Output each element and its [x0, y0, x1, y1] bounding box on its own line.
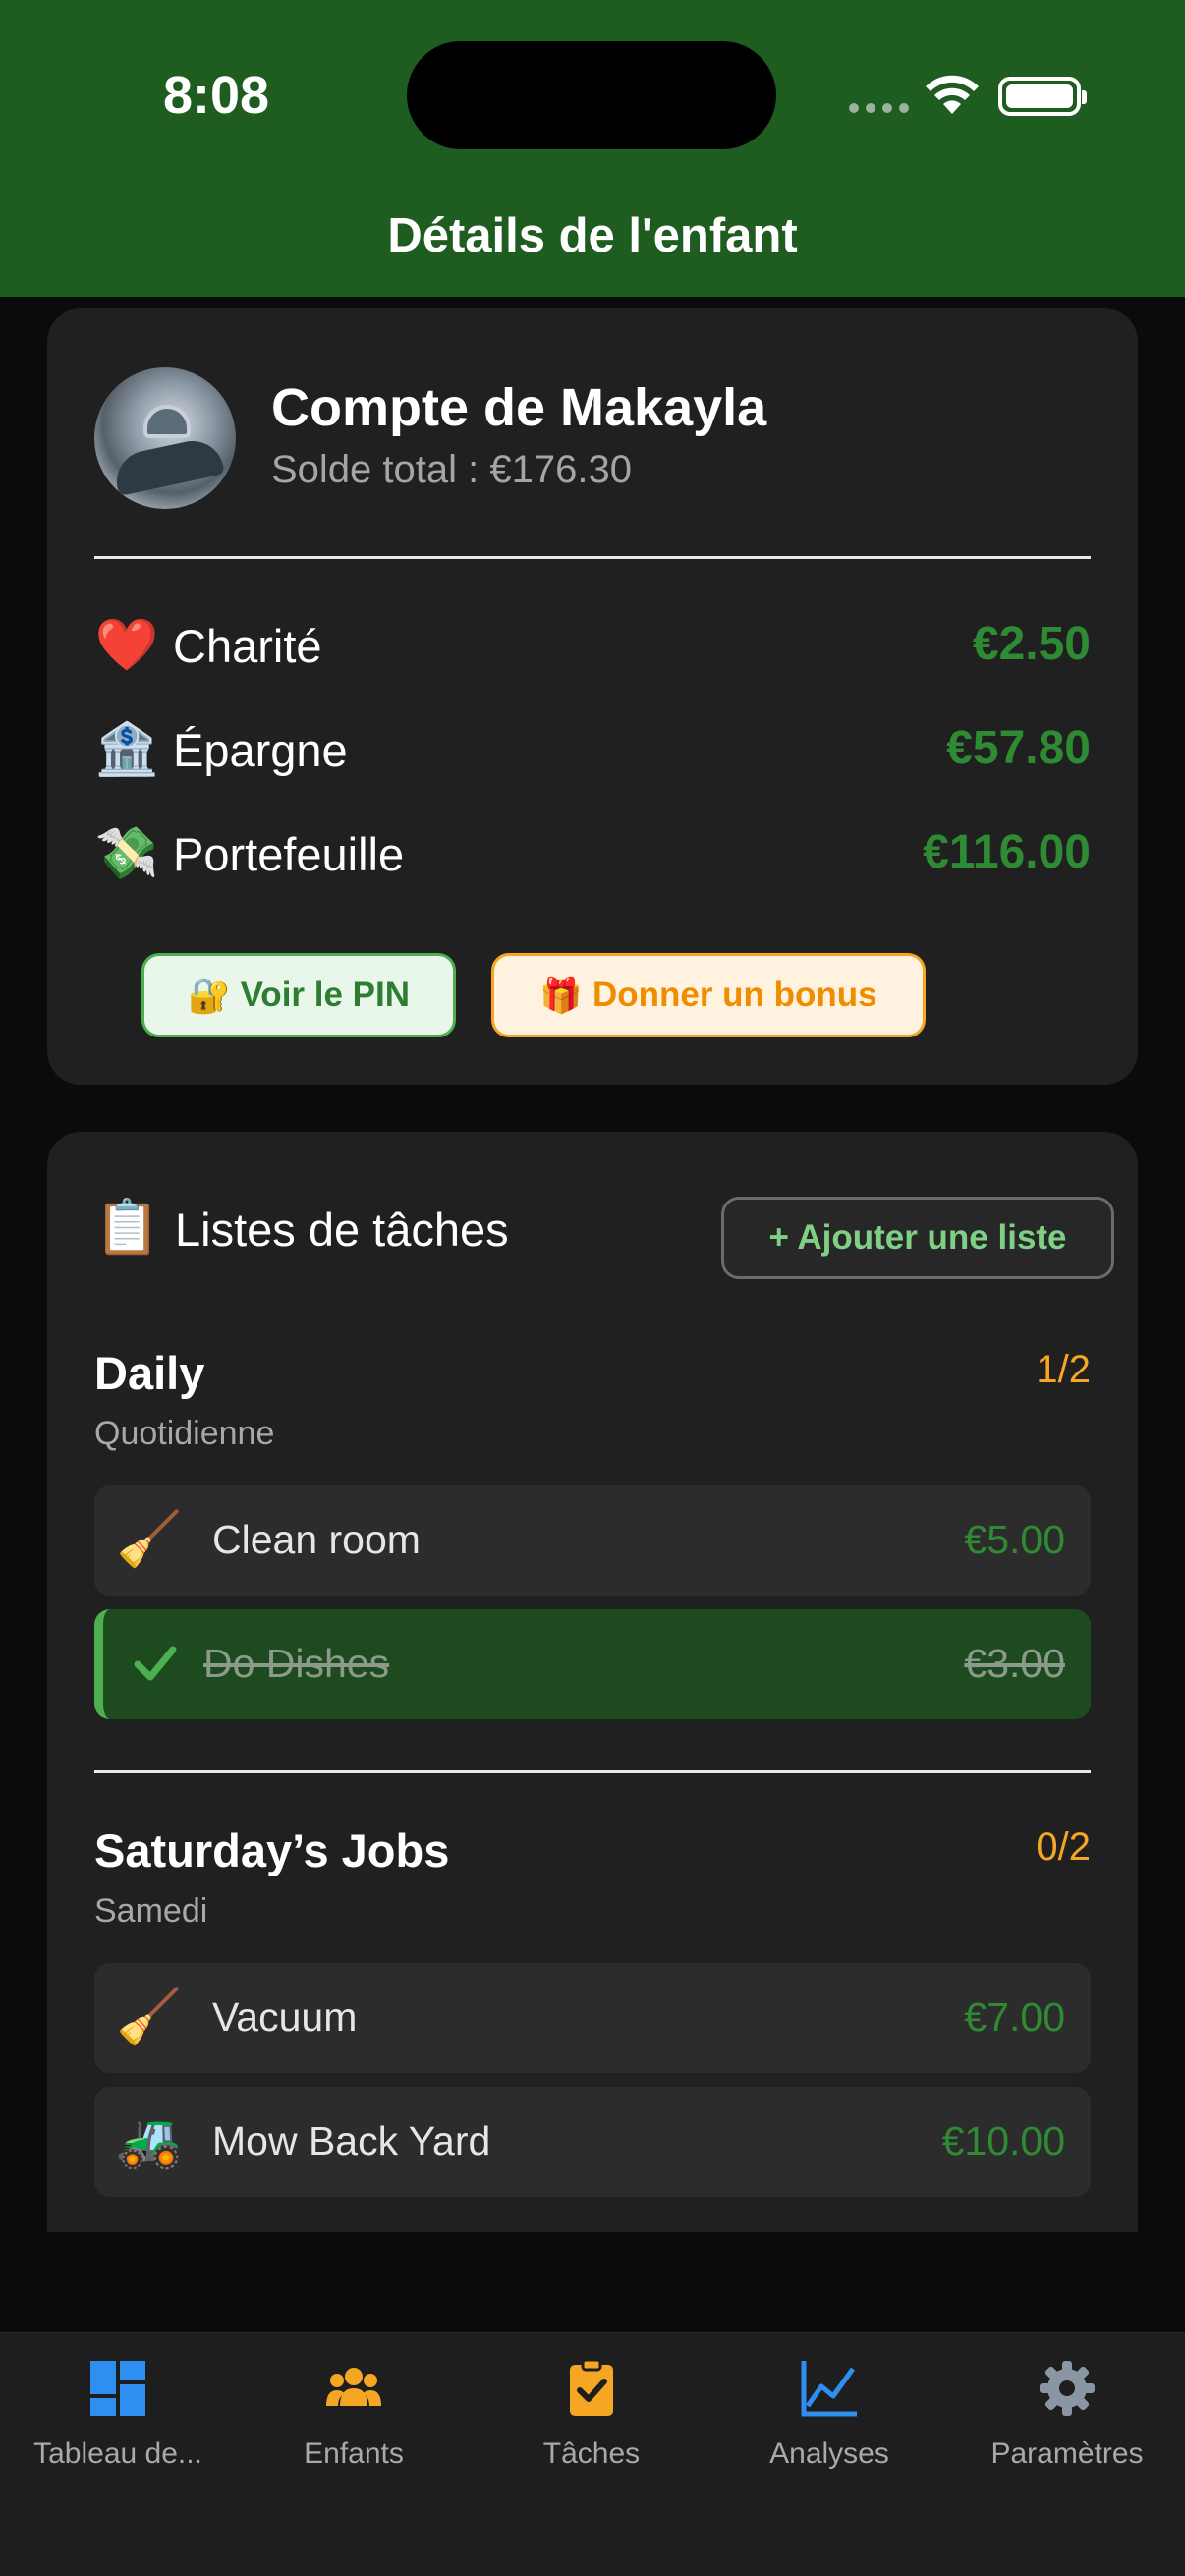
tab-tasks[interactable]: Tâches: [474, 2359, 709, 2496]
task-amount: €5.00: [964, 1517, 1065, 1562]
bank-icon: 🏦: [94, 721, 159, 778]
bucket-label: Épargne: [173, 724, 348, 776]
task-name: Clean room: [212, 1517, 421, 1562]
battery-icon: [998, 77, 1087, 116]
avatar[interactable]: [94, 367, 236, 509]
view-pin-label: Voir le PIN: [240, 976, 411, 1014]
clipboard-check-icon: [570, 2359, 613, 2416]
tab-analytics[interactable]: Analyses: [711, 2359, 947, 2496]
task-amount: €7.00: [964, 1994, 1065, 2040]
task-list-frequency: Samedi: [94, 1892, 208, 1930]
cellular-signal-icon: [849, 103, 909, 113]
divider: [94, 1770, 1091, 1773]
dynamic-island: [407, 41, 776, 149]
gift-icon: 🎁: [539, 976, 583, 1015]
account-card: Compte de Makayla Solde total : €176.30 …: [47, 308, 1138, 1085]
give-bonus-button[interactable]: 🎁 Donner un bonus: [491, 953, 926, 1037]
app-header: 8:08 Détails de l'enfant: [0, 0, 1185, 297]
add-list-button[interactable]: + Ajouter une liste: [721, 1197, 1114, 1279]
divider: [94, 556, 1091, 559]
task-item[interactable]: 🧹 Clean room €5.00: [94, 1485, 1091, 1596]
tractor-icon: 🚜: [116, 2111, 183, 2170]
status-time: 8:08: [163, 66, 270, 125]
task-lists-title: Listes de tâches: [175, 1204, 509, 1256]
checkmark-icon: [134, 1646, 177, 1681]
bucket-amount: €2.50: [972, 618, 1091, 670]
task-list-progress: 0/2: [1036, 1825, 1091, 1869]
tab-children[interactable]: Enfants: [236, 2359, 472, 2496]
bucket-savings: 🏦 Épargne €57.80: [94, 713, 1091, 782]
bucket-charity: ❤️ Charité €2.50: [94, 609, 1091, 678]
broom-icon: 🧹: [116, 1510, 183, 1569]
heart-icon: ❤️: [94, 617, 159, 674]
bucket-amount: €57.80: [946, 722, 1091, 774]
gear-icon: [1040, 2361, 1095, 2416]
tab-label: Tableau de...: [33, 2437, 202, 2470]
task-item-completed[interactable]: Do Dishes €3.00: [94, 1609, 1091, 1719]
account-total-balance: Solde total : €176.30: [271, 448, 632, 491]
task-item[interactable]: 🚜 Mow Back Yard €10.00: [94, 2087, 1091, 2197]
task-amount: €3.00: [964, 1641, 1065, 1686]
tab-settings[interactable]: Paramètres: [949, 2359, 1185, 2496]
tab-label: Tâches: [542, 2437, 641, 2470]
bucket-amount: €116.00: [923, 826, 1091, 878]
tab-label: Analyses: [769, 2437, 889, 2470]
bucket-label: Charité: [173, 620, 322, 672]
account-name: Compte de Makayla: [271, 378, 767, 437]
bucket-label: Portefeuille: [173, 828, 405, 880]
lock-key-icon: 🔐: [187, 976, 231, 1015]
tab-label: Paramètres: [990, 2437, 1144, 2470]
tab-label: Enfants: [304, 2437, 404, 2470]
task-name: Do Dishes: [203, 1641, 390, 1686]
task-list-name[interactable]: Daily: [94, 1346, 204, 1400]
task-list-progress: 1/2: [1036, 1348, 1091, 1391]
task-lists-card: 📋 Listes de tâches + Ajouter une liste D…: [47, 1132, 1138, 2232]
bucket-wallet: 💸 Portefeuille €116.00: [94, 817, 1091, 886]
line-chart-icon: [801, 2361, 857, 2417]
tab-dashboard[interactable]: Tableau de...: [0, 2359, 236, 2496]
task-list-name[interactable]: Saturday’s Jobs: [94, 1823, 449, 1877]
task-name: Vacuum: [212, 1994, 358, 2040]
bottom-tab-bar: Tableau de... Enfants Tâches Analyses Pa…: [0, 2332, 1185, 2576]
task-name: Mow Back Yard: [212, 2118, 491, 2163]
people-icon: [326, 2368, 381, 2406]
wifi-icon: [926, 75, 979, 114]
broom-icon: 🧹: [116, 1988, 183, 2046]
task-amount: €10.00: [941, 2118, 1065, 2163]
task-item[interactable]: 🧹 Vacuum €7.00: [94, 1963, 1091, 2073]
page-title: Détails de l'enfant: [387, 209, 798, 262]
give-bonus-label: Donner un bonus: [592, 976, 877, 1014]
dashboard-icon: [90, 2361, 145, 2416]
task-list-frequency: Quotidienne: [94, 1415, 275, 1452]
clipboard-icon: 📋: [94, 1198, 161, 1257]
view-pin-button[interactable]: 🔐 Voir le PIN: [141, 953, 456, 1037]
money-wings-icon: 💸: [94, 825, 159, 882]
